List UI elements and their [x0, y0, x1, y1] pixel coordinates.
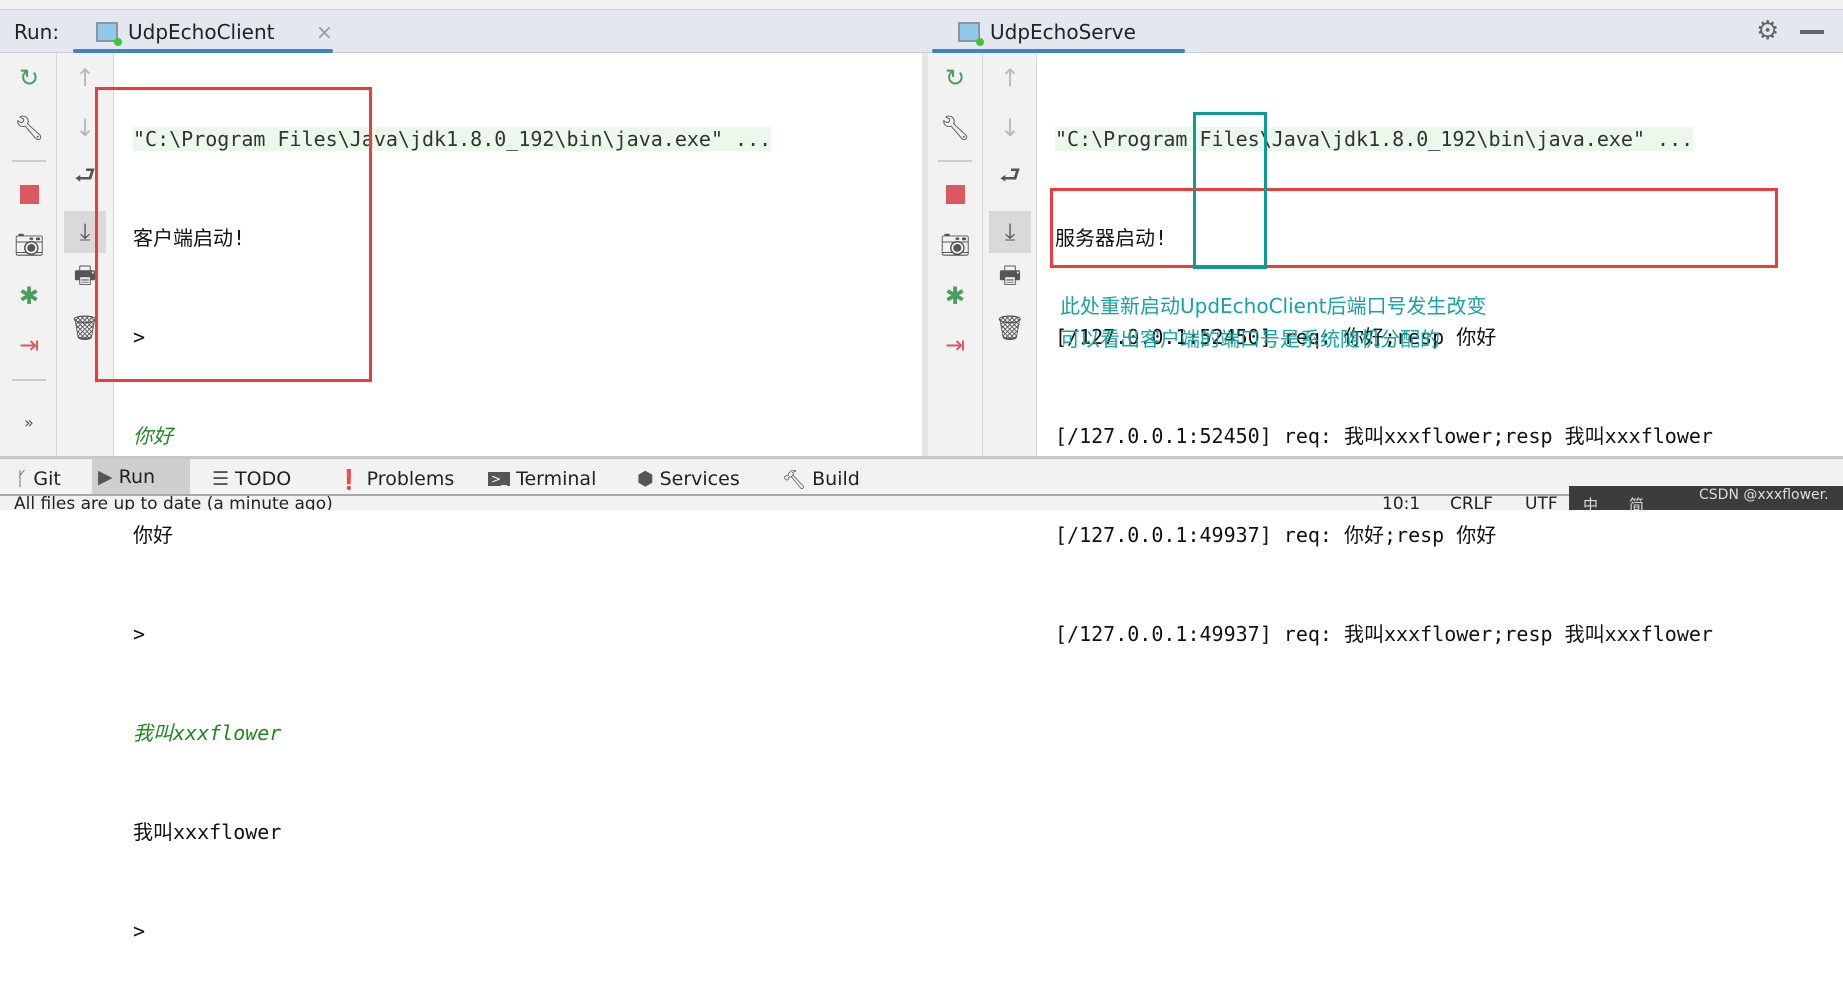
- status-bar: All files are up to date (a minute ago) …: [0, 494, 1843, 510]
- red-highlight-box: [1050, 188, 1778, 268]
- console-line: 你好: [133, 523, 173, 547]
- wrench-icon[interactable]: 🔧︎: [940, 113, 970, 143]
- console-line: >: [133, 919, 146, 943]
- tool-label: Git: [33, 468, 61, 490]
- watermark: CSDN @xxxflower.: [1699, 487, 1829, 503]
- gear-icon[interactable]: ⚙: [1756, 16, 1779, 46]
- close-icon[interactable]: ×: [316, 20, 333, 44]
- rerun-icon[interactable]: ↻: [14, 63, 44, 93]
- console-line: >: [133, 622, 146, 646]
- camera-icon[interactable]: 📷︎: [14, 230, 44, 260]
- console-line: [/127.0.0.1:52450] req: 我叫xxxflower;resp…: [1055, 424, 1713, 448]
- warning-icon: ❗: [337, 468, 361, 491]
- status-message[interactable]: All files are up to date (a minute ago): [14, 496, 333, 510]
- hammer-icon: 🔨︎: [782, 468, 807, 491]
- console-line: "C:\Program Files\Java\jdk1.8.0_192\bin\…: [1055, 127, 1694, 151]
- tool-label: Build: [812, 468, 860, 490]
- teal-port-highlight-box: [1193, 112, 1267, 269]
- trash-icon[interactable]: 🗑︎: [995, 313, 1025, 343]
- tool-label: Terminal: [516, 468, 597, 490]
- run-label: Run:: [14, 20, 60, 44]
- tool-terminal[interactable]: >_ Terminal: [482, 465, 602, 493]
- tool-todo[interactable]: ☰ TODO: [206, 465, 297, 493]
- console-icon: [96, 22, 122, 46]
- debug-icon[interactable]: ✱: [940, 281, 970, 311]
- tool-label: TODO: [235, 468, 292, 490]
- ime-simplified[interactable]: 简: [1629, 494, 1644, 515]
- stop-icon[interactable]: [20, 185, 39, 204]
- caret-position[interactable]: 10:1: [1382, 496, 1420, 510]
- tool-services[interactable]: ⬢ Services: [631, 465, 746, 493]
- scroll-to-end-button[interactable]: ⤓: [989, 211, 1031, 253]
- file-encoding[interactable]: UTF: [1525, 496, 1558, 510]
- tool-problems[interactable]: ❗ Problems: [331, 465, 460, 493]
- debug-icon[interactable]: ✱: [14, 281, 44, 311]
- divider: [12, 379, 46, 381]
- server-console-output[interactable]: "C:\Program Files\Java\jdk1.8.0_192\bin\…: [1055, 57, 1713, 684]
- run-actions-toolbar: ↻ 🔧︎ 📷︎ ✱ ⇥: [928, 53, 983, 456]
- annotation: 此处重新启动UpdEchoClient后端口号发生改变 可以看出客户端的端口号是…: [1060, 290, 1486, 356]
- wrench-icon[interactable]: 🔧︎: [14, 113, 44, 143]
- list-icon: ☰: [212, 468, 230, 490]
- more-icon[interactable]: »: [24, 413, 34, 432]
- tool-build[interactable]: 🔨︎ Build: [776, 465, 866, 493]
- console-toolbar: ↑ ↓ ⮐ ⤓ 🖶︎ 🗑︎: [983, 53, 1037, 456]
- tool-window-bar: ᚴ Git ▶ Run ☰ TODO ❗ Problems >_ Terminal ⬢ Se…: [0, 456, 1843, 494]
- soft-wrap-icon[interactable]: ⮐: [995, 161, 1025, 193]
- console-line: 我叫xxxflower: [133, 820, 282, 844]
- red-highlight-box: [95, 87, 372, 382]
- console-icon: [958, 22, 984, 46]
- login-icon[interactable]: ⇥: [14, 330, 44, 360]
- run-tab-bar: Run: UdpEchoClient × UdpEchoServe ⚙: [0, 10, 1843, 53]
- tool-run[interactable]: ▶ Run: [92, 459, 190, 494]
- rerun-icon[interactable]: ↻: [940, 63, 970, 93]
- tool-label: Run: [118, 465, 156, 488]
- terminal-icon: >_: [488, 472, 511, 486]
- line-separator[interactable]: CRLF: [1450, 496, 1493, 510]
- divider: [938, 160, 972, 162]
- tool-git[interactable]: ᚴ Git: [10, 465, 67, 493]
- ime-overlay: CSDN @xxxflower. 中 简: [1569, 486, 1843, 514]
- run-actions-toolbar: ↻ 🔧︎ 📷︎ ✱ ⇥ »: [0, 53, 57, 456]
- services-icon: ⬢: [637, 468, 654, 490]
- arrow-down-icon[interactable]: ↓: [995, 113, 1025, 143]
- console-line: [/127.0.0.1:49937] req: 你好;resp 你好: [1055, 523, 1497, 547]
- annotation-line: 此处重新启动UpdEchoClient后端口号发生改变: [1060, 294, 1487, 318]
- annotation-line: 可以看出客户端的端口号是系统随机分配的: [1060, 327, 1440, 351]
- tab-udp-echo-server[interactable]: UdpEchoServe: [990, 20, 1136, 44]
- login-icon[interactable]: ⇥: [940, 330, 970, 360]
- camera-icon[interactable]: 📷︎: [940, 230, 970, 260]
- ime-mode[interactable]: 中: [1583, 494, 1598, 515]
- divider: [12, 160, 46, 162]
- user-input-line: 你好: [133, 424, 173, 448]
- stop-icon[interactable]: [946, 185, 965, 204]
- run-icon: ▶: [98, 465, 113, 488]
- print-icon[interactable]: 🖶︎: [995, 261, 1025, 293]
- git-branch-icon: ᚴ: [16, 468, 28, 490]
- minimize-icon[interactable]: [1800, 30, 1824, 34]
- tool-label: Services: [659, 468, 740, 490]
- tool-label: Problems: [366, 468, 455, 490]
- tab-udp-echo-client[interactable]: UdpEchoClient: [128, 20, 274, 44]
- arrow-up-icon[interactable]: ↑: [995, 63, 1025, 93]
- console-line: [/127.0.0.1:49937] req: 我叫xxxflower;resp…: [1055, 622, 1713, 646]
- top-strip: [0, 0, 1843, 10]
- user-input-line: 我叫xxxflower: [133, 721, 282, 745]
